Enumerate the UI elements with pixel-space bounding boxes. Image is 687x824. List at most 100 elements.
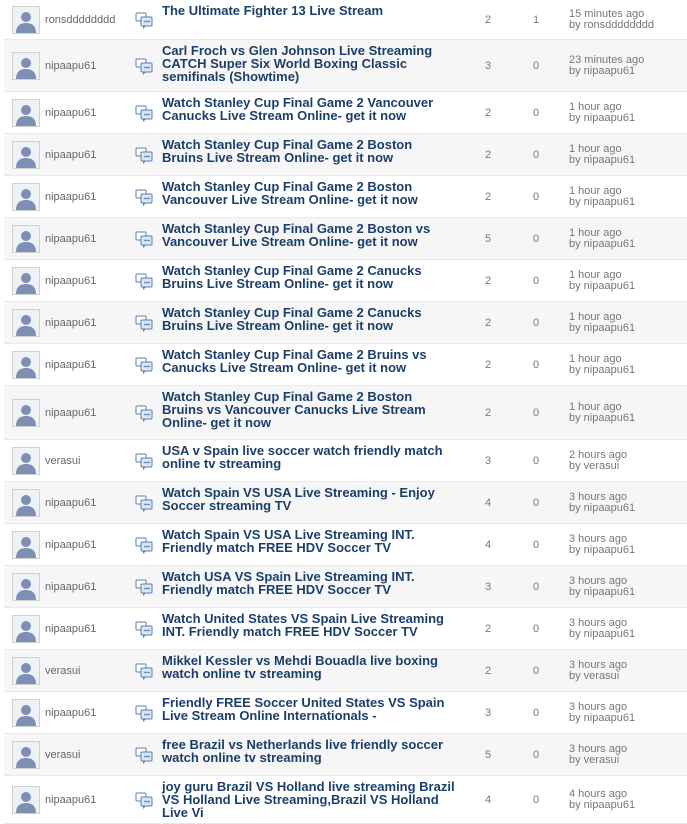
thread-author[interactable]: nipaapu61 (45, 317, 96, 329)
thread-author[interactable]: verasui (45, 665, 80, 677)
last-post-author[interactable]: by nipaapu61 (569, 413, 687, 424)
avatar[interactable] (12, 573, 40, 601)
thread-row[interactable]: nipaapu61 Watch USA VS Spain Live Streami… (4, 566, 687, 608)
last-post-author[interactable]: by verasui (569, 461, 687, 472)
last-post-author[interactable]: by nipaapu61 (569, 713, 687, 724)
avatar[interactable] (12, 447, 40, 475)
last-post-author[interactable]: by nipaapu61 (569, 66, 687, 77)
replies-count: 2 (484, 107, 492, 119)
thread-title-link[interactable]: Watch Spain VS USA Live Streaming INT. F… (162, 528, 456, 554)
avatar[interactable] (12, 489, 40, 517)
thread-row[interactable]: nipaapu61 Watch Spain VS USA Live Streami… (4, 524, 687, 566)
thread-row[interactable]: nipaapu61 Watch Spain VS USA Live Streami… (4, 482, 687, 524)
avatar[interactable] (12, 351, 40, 379)
thread-author[interactable]: nipaapu61 (45, 60, 96, 72)
avatar[interactable] (12, 699, 40, 727)
thread-status-icon (135, 620, 153, 638)
thread-author[interactable]: ronsdddddddd (45, 14, 115, 26)
replies-count: 3 (484, 707, 492, 719)
thread-title-link[interactable]: Watch Stanley Cup Final Game 2 Boston Br… (162, 390, 456, 429)
thread-title-link[interactable]: joy guru Brazil VS Holland live streamin… (162, 780, 456, 819)
avatar[interactable] (12, 6, 40, 34)
last-post-author[interactable]: by nipaapu61 (569, 503, 687, 514)
thread-author[interactable]: verasui (45, 749, 80, 761)
thread-title-link[interactable]: Watch Spain VS USA Live Streaming - Enjo… (162, 486, 456, 512)
thread-title-link[interactable]: Mikkel Kessler vs Mehdi Bouadla live box… (162, 654, 456, 680)
thread-row[interactable]: ronsdddddddd The Ultimate Fighter 13 Live… (4, 0, 687, 40)
thread-author[interactable]: nipaapu61 (45, 149, 96, 161)
thread-author[interactable]: nipaapu61 (45, 707, 96, 719)
last-post-author[interactable]: by nipaapu61 (569, 323, 687, 334)
thread-author[interactable]: nipaapu61 (45, 794, 96, 806)
last-post-author[interactable]: by nipaapu61 (569, 113, 687, 124)
avatar[interactable] (12, 399, 40, 427)
thread-row[interactable]: nipaapu61 Friendly FREE Soccer United Sta… (4, 692, 687, 734)
thread-author[interactable]: nipaapu61 (45, 623, 96, 635)
last-post-author[interactable]: by verasui (569, 755, 687, 766)
last-post-author[interactable]: by nipaapu61 (569, 587, 687, 598)
thread-author[interactable]: nipaapu61 (45, 191, 96, 203)
avatar[interactable] (12, 531, 40, 559)
thread-row[interactable]: verasui Mikkel Kessler vs Mehdi Bouadla l… (4, 650, 687, 692)
last-post-author[interactable]: by verasui (569, 671, 687, 682)
avatar[interactable] (12, 52, 40, 80)
thread-author[interactable]: nipaapu61 (45, 233, 96, 245)
thread-row[interactable]: nipaapu61 Watch Stanley Cup Final Game 2 … (4, 260, 687, 302)
thread-title-link[interactable]: Watch Stanley Cup Final Game 2 Bruins vs… (162, 348, 456, 374)
avatar[interactable] (12, 141, 40, 169)
last-post-author[interactable]: by nipaapu61 (569, 629, 687, 640)
thread-title-link[interactable]: free Brazil vs Netherlands live friendly… (162, 738, 456, 764)
thread-author[interactable]: verasui (45, 455, 80, 467)
thread-author[interactable]: nipaapu61 (45, 539, 96, 551)
thread-row[interactable]: nipaapu61 Watch Stanley Cup Final Game 2 … (4, 302, 687, 344)
thread-author[interactable]: nipaapu61 (45, 359, 96, 371)
thread-row[interactable]: nipaapu61 Watch Stanley Cup Final Game 2 … (4, 344, 687, 386)
thread-row[interactable]: nipaapu61 Watch Stanley Cup Final Game 2 … (4, 134, 687, 176)
thread-author[interactable]: nipaapu61 (45, 581, 96, 593)
thread-author[interactable]: nipaapu61 (45, 107, 96, 119)
last-post-author[interactable]: by nipaapu61 (569, 239, 687, 250)
avatar[interactable] (12, 99, 40, 127)
avatar[interactable] (12, 657, 40, 685)
thread-title-link[interactable]: Watch Stanley Cup Final Game 2 Boston Br… (162, 138, 456, 164)
thread-title-link[interactable]: Watch United States VS Spain Live Stream… (162, 612, 456, 638)
thread-title-link[interactable]: USA v Spain live soccer watch friendly m… (162, 444, 456, 470)
last-post-author[interactable]: by nipaapu61 (569, 155, 687, 166)
thread-title-link[interactable]: Watch Stanley Cup Final Game 2 Vancouver… (162, 96, 456, 122)
avatar[interactable] (12, 309, 40, 337)
thread-title-link[interactable]: Watch Stanley Cup Final Game 2 Canucks B… (162, 306, 456, 332)
avatar[interactable] (12, 786, 40, 814)
thread-title-link[interactable]: Watch Stanley Cup Final Game 2 Boston Va… (162, 180, 456, 206)
last-post-author[interactable]: by ronsdddddddd (569, 20, 687, 31)
last-post-author[interactable]: by nipaapu61 (569, 800, 687, 811)
thread-row[interactable]: nipaapu61 Watch Stanley Cup Final Game 2 … (4, 386, 687, 440)
replies-count: 2 (484, 665, 492, 677)
avatar[interactable] (12, 225, 40, 253)
thread-row[interactable]: nipaapu61 Watch Stanley Cup Final Game 2 … (4, 176, 687, 218)
avatar[interactable] (12, 267, 40, 295)
thread-author[interactable]: nipaapu61 (45, 275, 96, 287)
thread-title-link[interactable]: The Ultimate Fighter 13 Live Stream (162, 4, 456, 17)
thread-author[interactable]: nipaapu61 (45, 497, 96, 509)
thread-title-link[interactable]: Watch USA VS Spain Live Streaming INT. F… (162, 570, 456, 596)
avatar[interactable] (12, 615, 40, 643)
last-post-author[interactable]: by nipaapu61 (569, 197, 687, 208)
thread-row[interactable]: nipaapu61 joy guru Brazil VS Holland live… (4, 776, 687, 824)
thread-title-link[interactable]: Friendly FREE Soccer United States VS Sp… (162, 696, 456, 722)
thread-row[interactable]: nipaapu61 Watch Stanley Cup Final Game 2 … (4, 218, 687, 260)
thread-row[interactable]: nipaapu61 Carl Froch vs Glen Johnson Live… (4, 40, 687, 92)
thread-row[interactable]: verasui free Brazil vs Netherlands live f… (4, 734, 687, 776)
thread-row[interactable]: nipaapu61 Watch Stanley Cup Final Game 2 … (4, 92, 687, 134)
thread-title-link[interactable]: Watch Stanley Cup Final Game 2 Canucks B… (162, 264, 456, 290)
thread-row[interactable]: verasui USA v Spain live soccer watch fri… (4, 440, 687, 482)
avatar[interactable] (12, 183, 40, 211)
thread-title-link[interactable]: Watch Stanley Cup Final Game 2 Boston vs… (162, 222, 456, 248)
thread-row[interactable]: nipaapu61 Watch United States VS Spain Li… (4, 608, 687, 650)
thread-title-link[interactable]: Carl Froch vs Glen Johnson Live Streamin… (162, 44, 456, 83)
last-post-info: 3 hours ago by nipaapu61 (569, 492, 687, 514)
thread-author[interactable]: nipaapu61 (45, 407, 96, 419)
last-post-author[interactable]: by nipaapu61 (569, 281, 687, 292)
last-post-author[interactable]: by nipaapu61 (569, 365, 687, 376)
last-post-author[interactable]: by nipaapu61 (569, 545, 687, 556)
avatar[interactable] (12, 741, 40, 769)
